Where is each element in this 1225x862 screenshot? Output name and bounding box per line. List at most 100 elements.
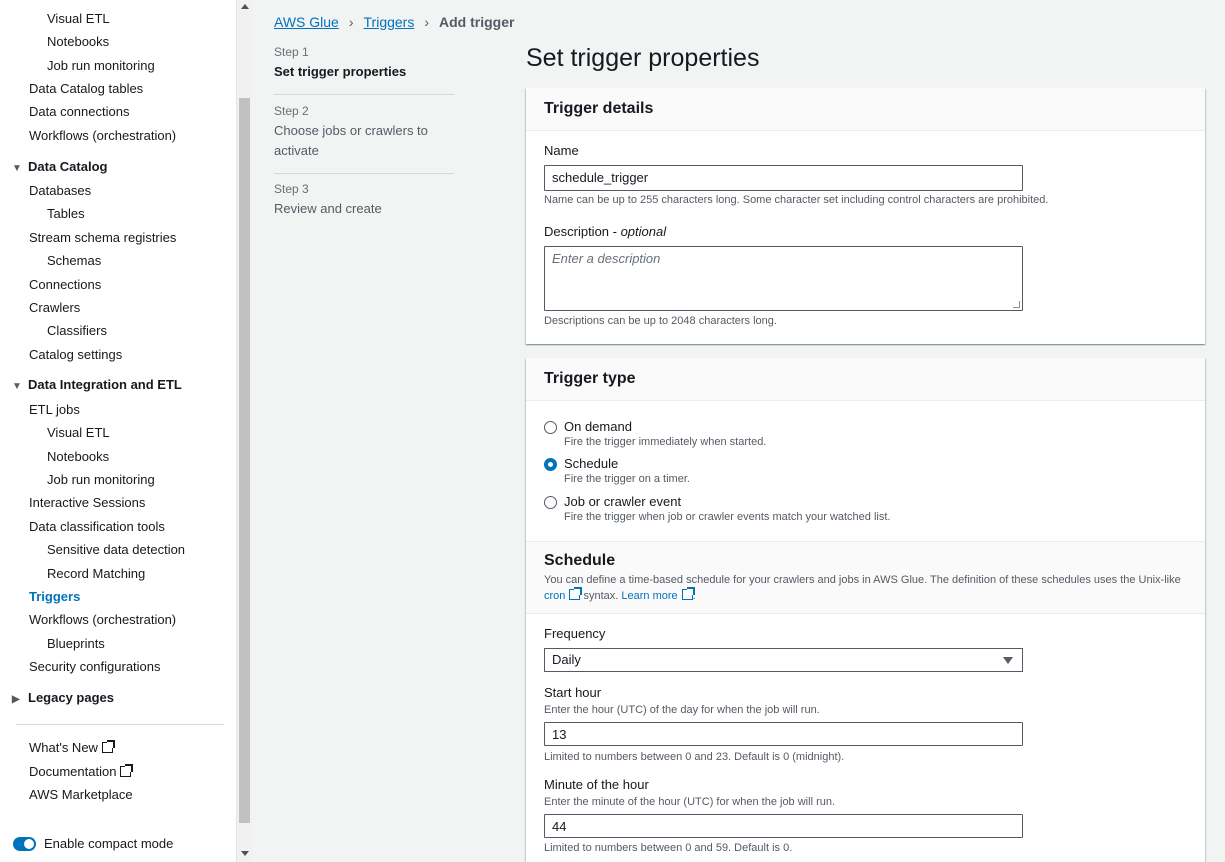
- minute-label: Minute of the hour: [544, 777, 649, 792]
- radio-label: Job or crawler event: [564, 494, 682, 509]
- sidebar-link-aws-marketplace[interactable]: AWS Marketplace: [29, 787, 133, 803]
- breadcrumb-triggers[interactable]: Triggers: [364, 14, 415, 30]
- frequency-value: Daily: [552, 652, 581, 667]
- wizard-step-2[interactable]: Step 2 Choose jobs or crawlers to activa…: [274, 103, 454, 161]
- wizard-step-3[interactable]: Step 3 Review and create: [274, 181, 454, 219]
- page-title: Set trigger properties: [526, 44, 760, 72]
- toggle-switch-icon[interactable]: [13, 836, 36, 851]
- schedule-desc-text: You can define a time-based schedule for…: [544, 574, 1181, 586]
- panel-header: Trigger details: [526, 88, 1205, 131]
- breadcrumb-aws-glue[interactable]: AWS Glue: [274, 14, 339, 30]
- name-input[interactable]: schedule_trigger: [544, 165, 1023, 191]
- sidebar-item-data-catalog-tables[interactable]: Data Catalog tables: [29, 81, 143, 97]
- sidebar-link-documentation[interactable]: Documentation: [29, 764, 134, 780]
- scrollbar-thumb[interactable]: [239, 98, 250, 823]
- step-title: Set trigger properties: [274, 64, 407, 79]
- minute-hint: Enter the minute of the hour (UTC) for w…: [544, 796, 836, 808]
- panel-header: Trigger type: [526, 358, 1205, 401]
- cron-link[interactable]: cron: [544, 590, 565, 602]
- sidebar-item-stream-schema-registries[interactable]: Stream schema registries: [29, 230, 176, 246]
- sidebar-scrollbar[interactable]: [236, 0, 252, 862]
- link-label: What's New: [29, 740, 98, 755]
- compact-mode-label: Enable compact mode: [44, 836, 174, 851]
- sidebar-item-visual-etl-2[interactable]: Visual ETL: [47, 425, 110, 441]
- syntax-text: syntax.: [583, 590, 619, 602]
- section-label: Data Catalog: [28, 159, 108, 174]
- radio-description: Fire the trigger on a timer.: [564, 473, 690, 485]
- external-link-icon: [120, 764, 134, 777]
- sidebar-item-notebooks[interactable]: Notebooks: [47, 34, 109, 50]
- start-hour-label: Start hour: [544, 685, 602, 700]
- external-link-icon: [569, 587, 583, 600]
- minute-limit: Limited to numbers between 0 and 59. Def…: [544, 842, 793, 854]
- learn-more-link[interactable]: Learn more: [621, 590, 677, 602]
- step-number: Step 2: [274, 104, 309, 118]
- sidebar-section-legacy[interactable]: ▶ Legacy pages: [12, 690, 114, 708]
- sidebar-item-job-run-monitoring[interactable]: Job run monitoring: [47, 58, 155, 74]
- description-label: Description - optional: [544, 224, 666, 239]
- trigger-details-panel: Trigger details Name schedule_trigger Na…: [526, 88, 1205, 344]
- description-textarea[interactable]: Enter a description: [544, 246, 1023, 311]
- compact-mode-toggle[interactable]: Enable compact mode: [13, 836, 173, 851]
- sidebar-item-catalog-settings[interactable]: Catalog settings: [29, 347, 122, 363]
- description-label-text: Description -: [544, 224, 621, 239]
- section-label: Data Integration and ETL: [28, 377, 182, 392]
- radio-description: Fire the trigger when job or crawler eve…: [564, 511, 891, 523]
- sidebar-item-tables[interactable]: Tables: [47, 206, 85, 222]
- step-number: Step 3: [274, 182, 309, 196]
- sidebar-item-blueprints[interactable]: Blueprints: [47, 636, 105, 652]
- name-label: Name: [544, 143, 579, 158]
- scroll-down-icon[interactable]: [241, 851, 249, 856]
- step-divider: [274, 94, 454, 95]
- sidebar-item-schemas[interactable]: Schemas: [47, 253, 101, 269]
- sidebar-item-job-run-monitoring-2[interactable]: Job run monitoring: [47, 472, 155, 488]
- sidebar-item-security-configurations[interactable]: Security configurations: [29, 659, 161, 675]
- sidebar-item-data-connections[interactable]: Data connections: [29, 104, 129, 120]
- sidebar-item-sensitive-data-detection[interactable]: Sensitive data detection: [47, 542, 185, 558]
- step-divider: [274, 173, 454, 174]
- sidebar-item-triggers[interactable]: Triggers: [29, 589, 80, 605]
- caret-down-icon: ▼: [12, 381, 22, 392]
- minute-input[interactable]: 44: [544, 814, 1023, 838]
- frequency-select[interactable]: Daily: [544, 648, 1023, 672]
- start-hour-limit: Limited to numbers between 0 and 23. Def…: [544, 751, 845, 763]
- sidebar-item-crawlers[interactable]: Crawlers: [29, 300, 80, 316]
- sidebar-item-interactive-sessions[interactable]: Interactive Sessions: [29, 495, 145, 511]
- step-title: Choose jobs or crawlers to activate: [274, 123, 428, 158]
- description-hint: Descriptions can be up to 2048 character…: [544, 315, 777, 327]
- sidebar-item-etl-jobs[interactable]: ETL jobs: [29, 402, 80, 418]
- radio-button-checked-icon[interactable]: [544, 458, 557, 471]
- start-hour-input[interactable]: 13: [544, 722, 1023, 746]
- sidebar-section-data-integration[interactable]: ▼ Data Integration and ETL: [12, 377, 182, 395]
- link-label: Documentation: [29, 764, 117, 779]
- sidebar-section-data-catalog[interactable]: ▼ Data Catalog: [12, 159, 107, 177]
- sidebar-item-classifiers[interactable]: Classifiers: [47, 323, 107, 339]
- sidebar-item-databases[interactable]: Databases: [29, 183, 91, 199]
- sidebar-item-workflows[interactable]: Workflows (orchestration): [29, 128, 176, 144]
- sidebar-item-notebooks-2[interactable]: Notebooks: [47, 449, 109, 465]
- name-hint: Name can be up to 255 characters long. S…: [544, 194, 1049, 206]
- scroll-up-icon[interactable]: [241, 4, 249, 9]
- external-link-icon: [101, 740, 115, 753]
- radio-button-icon[interactable]: [544, 421, 557, 434]
- sidebar-item-connections[interactable]: Connections: [29, 277, 101, 293]
- frequency-label: Frequency: [544, 626, 606, 641]
- caret-down-icon: ▼: [12, 163, 22, 174]
- schedule-description: You can define a time-based schedule for…: [544, 572, 1194, 604]
- step-number: Step 1: [274, 45, 309, 59]
- sidebar-item-record-matching[interactable]: Record Matching: [47, 566, 145, 582]
- sidebar-item-visual-etl[interactable]: Visual ETL: [47, 11, 110, 27]
- radio-label: Schedule: [564, 456, 619, 471]
- radio-description: Fire the trigger immediately when starte…: [564, 436, 767, 448]
- sidebar-item-data-classification-tools[interactable]: Data classification tools: [29, 519, 165, 535]
- breadcrumb-current: Add trigger: [439, 14, 515, 30]
- caret-down-icon: [1003, 657, 1013, 664]
- start-hour-hint: Enter the hour (UTC) of the day for when…: [544, 704, 820, 716]
- sidebar: Visual ETL Notebooks Job run monitoring …: [0, 0, 236, 862]
- sidebar-link-whats-new[interactable]: What's New: [29, 740, 115, 756]
- optional-tag: optional: [620, 224, 667, 239]
- sidebar-divider: [16, 724, 224, 725]
- sidebar-item-workflows-2[interactable]: Workflows (orchestration): [29, 612, 176, 628]
- radio-button-icon[interactable]: [544, 496, 557, 509]
- chevron-right-icon: ›: [348, 14, 354, 30]
